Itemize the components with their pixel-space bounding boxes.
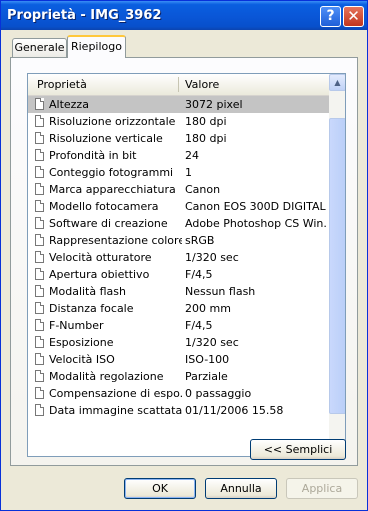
property-name: Modalità regolazione <box>49 370 164 383</box>
ok-button[interactable]: OK <box>124 478 196 499</box>
property-value: F/4,5 <box>185 268 213 281</box>
document-icon <box>35 251 44 263</box>
list-row[interactable]: Profondità in bit 24 <box>28 147 329 164</box>
document-icon <box>35 404 44 416</box>
document-icon <box>35 302 44 314</box>
property-value: 1/320 sec <box>185 336 239 349</box>
annulla-button[interactable]: Annulla <box>205 478 277 499</box>
list-row[interactable]: Marca apparecchiatura Canon <box>28 181 329 198</box>
document-icon <box>35 234 44 246</box>
list-row[interactable]: Modalità regolazione Parziale <box>28 368 329 385</box>
list-header: Proprietà Valore <box>28 74 329 96</box>
window-title: Proprietà - IMG_3962 <box>7 8 162 23</box>
column-header-value[interactable]: Valore <box>185 78 219 91</box>
applica-button[interactable]: Applica <box>286 478 358 499</box>
document-icon <box>35 166 44 178</box>
property-value: Adobe Photoshop CS Win... <box>185 217 327 230</box>
property-value: 200 mm <box>185 302 231 315</box>
list-row[interactable]: Compensazione di espo... 0 passaggio <box>28 385 329 402</box>
document-icon <box>35 336 44 348</box>
property-value: Canon <box>185 183 221 196</box>
property-name: Software di creazione <box>49 217 168 230</box>
property-value: 01/11/2006 15.58 <box>185 404 284 417</box>
list-row[interactable]: Velocità otturatore 1/320 sec <box>28 249 329 266</box>
property-value: 0 passaggio <box>185 387 252 400</box>
property-value: 24 <box>185 149 199 162</box>
property-value: F/4,5 <box>185 319 213 332</box>
properties-list[interactable]: Proprietà Valore Altezza 3072 pixel Risolu… <box>27 73 346 457</box>
list-row[interactable]: Esposizione 1/320 sec <box>28 334 329 351</box>
property-name: Modello fotocamera <box>49 200 159 213</box>
document-icon <box>35 98 44 110</box>
document-icon <box>35 387 44 399</box>
document-icon <box>35 268 44 280</box>
list-row[interactable]: Apertura obiettivo F/4,5 <box>28 266 329 283</box>
property-name: Apertura obiettivo <box>49 268 150 281</box>
property-name: Velocità otturatore <box>49 251 152 264</box>
vertical-scrollbar[interactable]: ▲ ▼ <box>329 74 345 456</box>
list-rows: Altezza 3072 pixel Risoluzione orizzontale… <box>28 96 329 419</box>
property-name: Distanza focale <box>49 302 134 315</box>
property-name: Modalità flash <box>49 285 126 298</box>
property-name: F-Number <box>49 319 104 332</box>
document-icon <box>35 149 44 161</box>
list-row[interactable]: Risoluzione orizzontale 180 dpi <box>28 113 329 130</box>
property-value: Parziale <box>185 370 228 383</box>
property-name: Data immagine scattata <box>49 404 182 417</box>
property-name: Compensazione di espo... <box>49 387 182 400</box>
document-icon <box>35 217 44 229</box>
list-row[interactable]: Software di creazione Adobe Photoshop CS … <box>28 215 329 232</box>
semplici-button[interactable]: << Semplici <box>250 439 346 460</box>
list-row[interactable]: Risoluzione verticale 180 dpi <box>28 130 329 147</box>
title-bar[interactable]: Proprietà - IMG_3962 ? ✕ <box>1 1 367 30</box>
list-row[interactable]: Altezza 3072 pixel <box>28 96 329 113</box>
list-row[interactable]: Distanza focale 200 mm <box>28 300 329 317</box>
property-name: Esposizione <box>49 336 114 349</box>
tab-riepilogo[interactable]: Riepilogo <box>67 35 126 58</box>
list-row[interactable]: Modalità flash Nessun flash <box>28 283 329 300</box>
list-row[interactable]: Conteggio fotogrammi 1 <box>28 164 329 181</box>
list-row[interactable]: Rappresentazione colore sRGB <box>28 232 329 249</box>
property-value: 180 dpi <box>185 132 227 145</box>
document-icon <box>35 370 44 382</box>
list-row[interactable]: Data immagine scattata 01/11/2006 15.58 <box>28 402 329 419</box>
column-divider[interactable] <box>178 77 179 92</box>
document-icon <box>35 200 44 212</box>
tab-generale[interactable]: Generale <box>12 38 67 57</box>
document-icon <box>35 353 44 365</box>
document-icon <box>35 183 44 195</box>
property-value: Canon EOS 300D DIGITAL <box>185 200 326 213</box>
property-name: Altezza <box>49 98 89 111</box>
property-value: 180 dpi <box>185 115 227 128</box>
property-name: Velocità ISO <box>49 353 115 366</box>
document-icon <box>35 319 44 331</box>
property-value: ISO-100 <box>185 353 230 366</box>
property-value: sRGB <box>185 234 215 247</box>
close-button[interactable]: ✕ <box>343 6 364 27</box>
document-icon <box>35 115 44 127</box>
list-row[interactable]: Modello fotocamera Canon EOS 300D DIGITAL <box>28 198 329 215</box>
property-value: 1 <box>185 166 192 179</box>
property-name: Marca apparecchiatura <box>49 183 176 196</box>
help-button[interactable]: ? <box>320 6 341 27</box>
list-row[interactable]: Velocità ISO ISO-100 <box>28 351 329 368</box>
list-row[interactable]: F-Number F/4,5 <box>28 317 329 334</box>
column-header-property[interactable]: Proprietà <box>37 78 87 91</box>
properties-dialog: Proprietà - IMG_3962 ? ✕ Generale Riepil… <box>0 0 368 511</box>
document-icon <box>35 285 44 297</box>
scroll-up-button[interactable]: ▲ <box>329 74 345 91</box>
property-value: 3072 pixel <box>185 98 243 111</box>
property-name: Risoluzione orizzontale <box>49 115 176 128</box>
scrollbar-thumb[interactable] <box>329 118 345 414</box>
property-value: 1/320 sec <box>185 251 239 264</box>
property-name: Conteggio fotogrammi <box>49 166 174 179</box>
property-value: Nessun flash <box>185 285 256 298</box>
property-name: Risoluzione verticale <box>49 132 163 145</box>
property-name: Profondità in bit <box>49 149 137 162</box>
property-name: Rappresentazione colore <box>49 234 182 247</box>
document-icon <box>35 132 44 144</box>
